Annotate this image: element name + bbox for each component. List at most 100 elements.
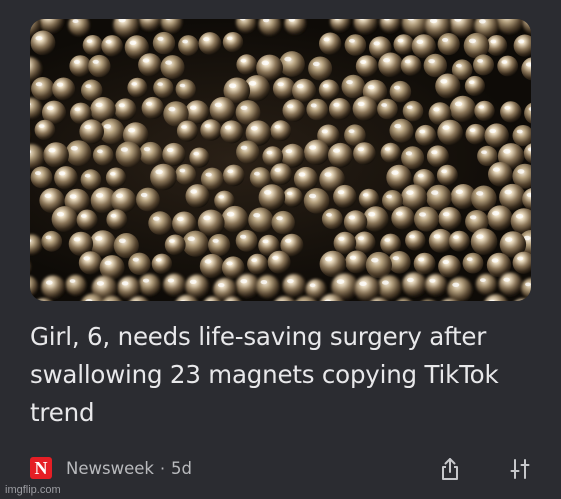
magnet-ball — [401, 19, 429, 37]
magnet-ball — [447, 277, 473, 301]
ball-highlight — [157, 82, 163, 86]
ball-highlight — [95, 102, 103, 108]
ball-highlight — [492, 167, 500, 172]
magnet-ball — [200, 119, 222, 141]
ball-highlight — [442, 259, 449, 265]
magnet-ball — [101, 35, 123, 57]
magnet-ball — [304, 139, 330, 165]
ball-highlight — [251, 258, 258, 262]
ball-highlight — [391, 170, 399, 175]
ball-highlight — [169, 239, 175, 243]
magnet-ball — [175, 79, 196, 100]
magnet-ball — [113, 19, 140, 38]
ball-highlight — [97, 149, 103, 154]
magnet-ball — [199, 253, 225, 279]
ball-highlight — [203, 215, 211, 221]
magnet-ball — [488, 162, 513, 187]
ball-highlight — [240, 234, 247, 239]
ball-highlight — [272, 255, 279, 260]
ball-highlight — [218, 195, 225, 199]
ball-highlight — [349, 255, 357, 260]
ball-highlight — [128, 127, 136, 133]
magnet-ball — [141, 96, 164, 120]
magnet-ball — [80, 169, 102, 190]
ball-highlight — [479, 19, 486, 24]
ball-highlight — [417, 173, 424, 178]
magnet-ball — [498, 272, 523, 296]
ball-highlight — [428, 59, 435, 64]
ball-highlight — [517, 169, 525, 174]
magnet-ball — [333, 231, 357, 255]
magnet-ball — [471, 185, 497, 212]
magnet-ball — [484, 123, 509, 148]
magnet-ball — [474, 100, 495, 122]
source-name[interactable]: Newsweek — [66, 459, 154, 478]
ball-highlight — [442, 37, 449, 42]
article-image[interactable] — [30, 19, 531, 301]
ball-highlight — [386, 194, 392, 199]
ball-highlight — [189, 105, 197, 110]
ball-highlight — [323, 37, 330, 42]
ball-highlight — [440, 79, 448, 84]
magnet-ball — [110, 187, 137, 214]
ball-highlight — [129, 40, 137, 45]
magnet-ball — [282, 273, 306, 298]
magnet-ball — [79, 119, 104, 144]
magnet-ball — [175, 164, 197, 185]
ball-highlight — [83, 256, 90, 261]
magnet-ball — [380, 142, 401, 163]
magnet-ball — [164, 234, 186, 256]
magnet-ball — [435, 73, 461, 99]
ball-highlight — [131, 82, 137, 86]
magnet-ball — [512, 125, 531, 147]
magnet-ball — [423, 53, 447, 78]
magnet-ball — [292, 78, 316, 103]
ball-highlight — [226, 36, 233, 41]
magnet-ball — [378, 52, 403, 78]
ball-highlight — [142, 58, 150, 63]
magnet-ball — [78, 251, 103, 275]
magnet-ball — [68, 19, 90, 36]
ball-highlight — [442, 125, 450, 130]
ball-highlight — [357, 236, 364, 241]
article-headline[interactable]: Girl, 6, needs life-saving surgery after… — [30, 318, 530, 432]
magnet-ball — [114, 98, 137, 121]
ball-highlight — [468, 38, 476, 44]
tune-button[interactable] — [506, 455, 534, 483]
magnet-ball — [30, 30, 56, 56]
ball-highlight — [205, 172, 212, 177]
ball-highlight — [359, 281, 367, 287]
ball-highlight — [333, 148, 340, 153]
ball-highlight — [480, 278, 486, 282]
ball-highlight — [296, 84, 304, 89]
magnet-ball — [402, 100, 424, 122]
ball-highlight — [190, 189, 198, 194]
share-button[interactable] — [436, 455, 464, 483]
magnet-ball — [284, 19, 307, 35]
ball-highlight — [166, 147, 174, 153]
magnet-ball — [377, 98, 398, 120]
magnet-ball — [198, 32, 222, 55]
ball-highlight — [504, 106, 511, 110]
magnet-ball — [136, 187, 160, 212]
magnet-ball — [272, 77, 296, 100]
ball-highlight — [406, 190, 414, 196]
ball-highlight — [72, 19, 79, 23]
magnet-ball — [76, 209, 98, 231]
ball-highlight — [394, 123, 402, 129]
magnet-ball — [267, 250, 291, 274]
ball-highlight — [454, 101, 463, 107]
magnet-ball — [321, 208, 343, 230]
magnet-ball — [520, 277, 531, 299]
magnet-ball — [426, 145, 449, 168]
ball-highlight — [433, 234, 441, 239]
ball-highlight — [407, 277, 414, 283]
magnet-ball — [52, 77, 76, 101]
ball-highlight — [165, 60, 173, 65]
ball-highlight — [406, 105, 413, 109]
ball-highlight — [348, 38, 355, 43]
magnet-ball — [65, 140, 92, 166]
ball-highlight — [212, 238, 219, 243]
ball-highlight — [179, 168, 186, 173]
ball-highlight — [96, 281, 104, 286]
